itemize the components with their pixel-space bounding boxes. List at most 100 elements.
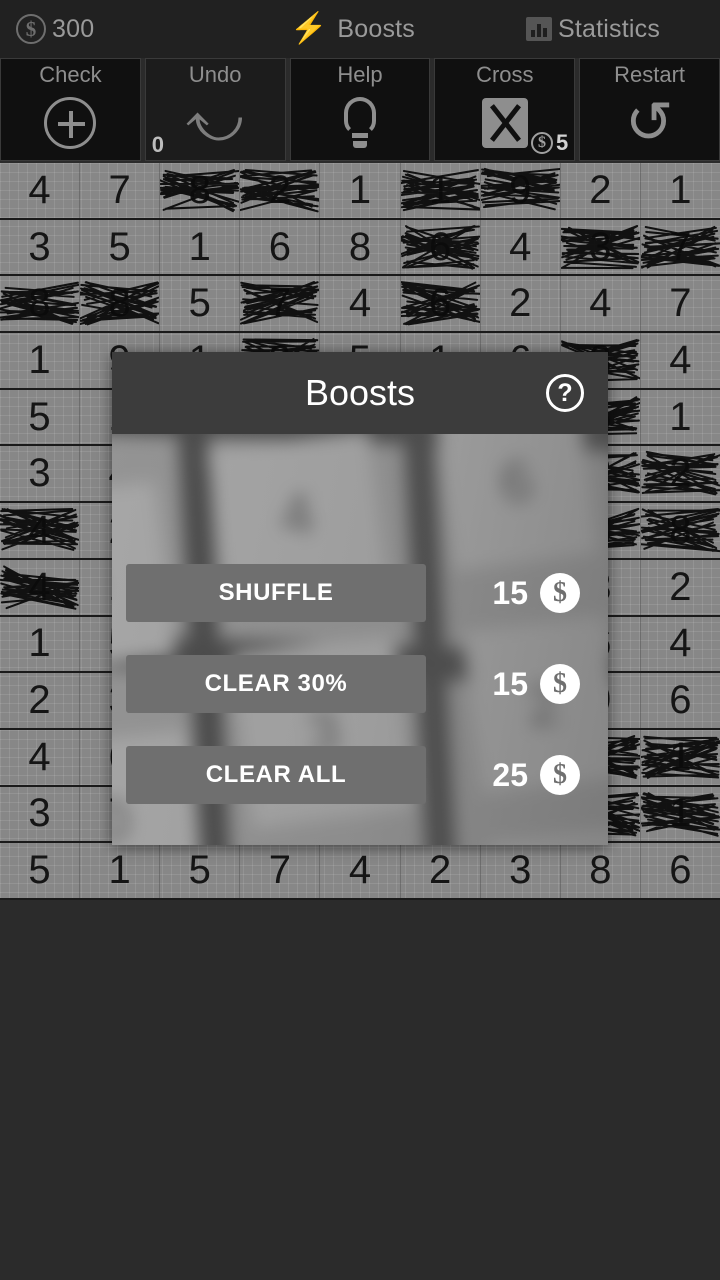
bolt-icon: ⚡ — [290, 12, 328, 45]
grid-cell[interactable]: 1 — [640, 787, 720, 842]
coin-balance[interactable]: $ 300 — [0, 0, 230, 58]
grid-cell-value: 2 — [428, 848, 452, 893]
grid-cell-value: 6 — [669, 848, 692, 893]
grid-cell[interactable]: 1 — [0, 333, 81, 388]
grid-cell[interactable]: 2 — [641, 560, 720, 615]
grid-cell[interactable]: 6 — [400, 276, 481, 332]
shuffle-button[interactable]: SHUFFLE — [126, 564, 426, 622]
cross-button-label: Cross — [476, 62, 534, 87]
grid-cell-value: 6 — [268, 224, 291, 269]
grid-cell[interactable]: 3 — [481, 843, 561, 898]
grid-row: 8 8 5 7 4 6 2 4 7 — [0, 276, 720, 334]
grid-cell-value: 7 — [669, 281, 692, 326]
grid-cell[interactable]: 2 — [0, 673, 81, 728]
check-button[interactable]: Check — [0, 58, 141, 161]
grid-cell-value: 8 — [108, 281, 131, 326]
grid-cell-value: 2 — [589, 167, 612, 212]
clear-all-price-value: 25 — [492, 756, 528, 793]
grid-cell[interactable]: 2 — [481, 276, 561, 332]
grid-cell-value: 2 — [669, 564, 692, 609]
grid-cell[interactable]: 4 — [0, 729, 81, 785]
grid-cell-value: 2 — [268, 167, 291, 212]
grid-cell[interactable]: 8 — [0, 276, 81, 332]
restart-arrow-icon: ↻ — [625, 88, 674, 157]
grid-cell[interactable]: 3 — [0, 786, 81, 842]
bar-chart-icon — [526, 17, 552, 41]
clear-30-percent-price: 15 $ — [426, 664, 594, 704]
grid-cell[interactable]: 3 — [0, 219, 81, 275]
restart-button[interactable]: Restart ↻ — [579, 58, 720, 161]
grid-cell[interactable]: 1 — [640, 730, 720, 785]
grid-cell[interactable]: 1 — [320, 163, 401, 218]
grid-cell[interactable]: 2 — [401, 843, 481, 898]
grid-cell[interactable]: 8 — [79, 276, 161, 332]
grid-cell-value: 4 — [348, 848, 372, 893]
grid-cell[interactable]: 4 — [0, 163, 81, 218]
grid-cell-value: 1 — [28, 337, 51, 382]
cross-button[interactable]: Cross $ 5 — [434, 58, 576, 161]
boosts-dialog-title: Boosts — [304, 372, 416, 413]
grid-cell[interactable]: 4 — [0, 503, 81, 558]
grid-cell[interactable]: 6 — [641, 673, 720, 728]
grid-cell[interactable]: 7 — [641, 276, 720, 331]
grid-cell-value: 3 — [509, 848, 532, 893]
top-status-bar: $ 300 ⚡ Boosts Statistics — [0, 0, 720, 58]
grid-cell[interactable]: 2 — [641, 446, 720, 501]
grid-cell[interactable]: 5 — [160, 843, 241, 898]
grid-cell[interactable]: 8 — [159, 163, 241, 218]
grid-cell[interactable]: 6 — [641, 843, 720, 898]
grid-cell[interactable]: 1 — [160, 219, 241, 275]
grid-cell[interactable]: 4 — [481, 219, 561, 275]
grid-cell[interactable]: 7 — [240, 843, 321, 898]
boosts-menu-button[interactable]: ⚡ Boosts — [230, 0, 490, 58]
grid-cell[interactable]: 8 — [320, 219, 401, 275]
grid-cell[interactable]: 5 — [0, 389, 81, 445]
grid-cell-value: 8 — [28, 281, 51, 326]
grid-cell[interactable]: 4 — [320, 276, 401, 332]
grid-cell[interactable]: 9 — [479, 163, 561, 218]
grid-cell-value: 7 — [268, 848, 291, 893]
grid-cell[interactable]: 3 — [560, 219, 641, 275]
clear-30-percent-button[interactable]: CLEAR 30% — [126, 655, 426, 713]
grid-cell[interactable]: 1 — [641, 163, 720, 218]
grid-cell-value: 5 — [28, 394, 51, 439]
statistics-menu-button[interactable]: Statistics — [490, 0, 720, 58]
grid-cell[interactable]: 1 — [641, 390, 720, 445]
grid-cell[interactable]: 2 — [239, 163, 321, 218]
grid-cell[interactable]: 8 — [561, 843, 641, 898]
grid-cell[interactable]: 5 — [160, 276, 241, 332]
clear-all-button[interactable]: CLEAR ALL — [126, 746, 426, 804]
grid-cell[interactable]: 1 — [0, 616, 81, 672]
restart-button-label: Restart — [614, 62, 686, 87]
grid-cell[interactable]: 4 — [641, 333, 720, 388]
question-mark-icon[interactable]: ? — [546, 374, 584, 412]
grid-cell[interactable]: 4 — [0, 559, 81, 615]
grid-cell[interactable]: 5 — [0, 843, 81, 898]
grid-cell[interactable]: 7 — [80, 163, 161, 218]
grid-cell[interactable]: 7 — [640, 220, 720, 275]
grid-cell[interactable]: 5 — [80, 219, 161, 275]
help-button[interactable]: Help — [289, 58, 431, 161]
grid-cell[interactable]: 4 — [320, 843, 401, 898]
grid-cell-value: 7 — [108, 167, 131, 212]
grid-cell[interactable]: 2 — [561, 163, 641, 218]
grid-cell[interactable]: 6 — [240, 219, 321, 275]
coin-icon: $ — [540, 755, 580, 795]
grid-cell-value: 1 — [669, 734, 692, 779]
clear-30-percent-price-value: 15 — [492, 665, 528, 702]
grid-cell-value: 5 — [108, 224, 131, 269]
grid-cell[interactable]: 1 — [80, 843, 161, 898]
grid-cell[interactable]: 6 — [399, 219, 481, 275]
grid-cell[interactable]: 1 — [400, 163, 481, 218]
grid-cell-value: 5 — [188, 848, 211, 893]
grid-cell[interactable]: 8 — [640, 503, 720, 558]
coin-balance-value: 300 — [52, 14, 95, 43]
action-toolbar: Check Undo ⤻ 0 Help Cross $ 5 Restart ↻ — [0, 58, 720, 161]
grid-cell-value: 8 — [188, 167, 211, 212]
grid-cell[interactable]: 4 — [561, 276, 641, 332]
boost-option-shuffle: SHUFFLE 15 $ — [126, 564, 594, 622]
undo-button[interactable]: Undo ⤻ 0 — [144, 58, 286, 161]
grid-cell[interactable]: 4 — [641, 617, 720, 672]
grid-cell[interactable]: 7 — [240, 276, 321, 332]
grid-cell[interactable]: 3 — [0, 446, 81, 502]
